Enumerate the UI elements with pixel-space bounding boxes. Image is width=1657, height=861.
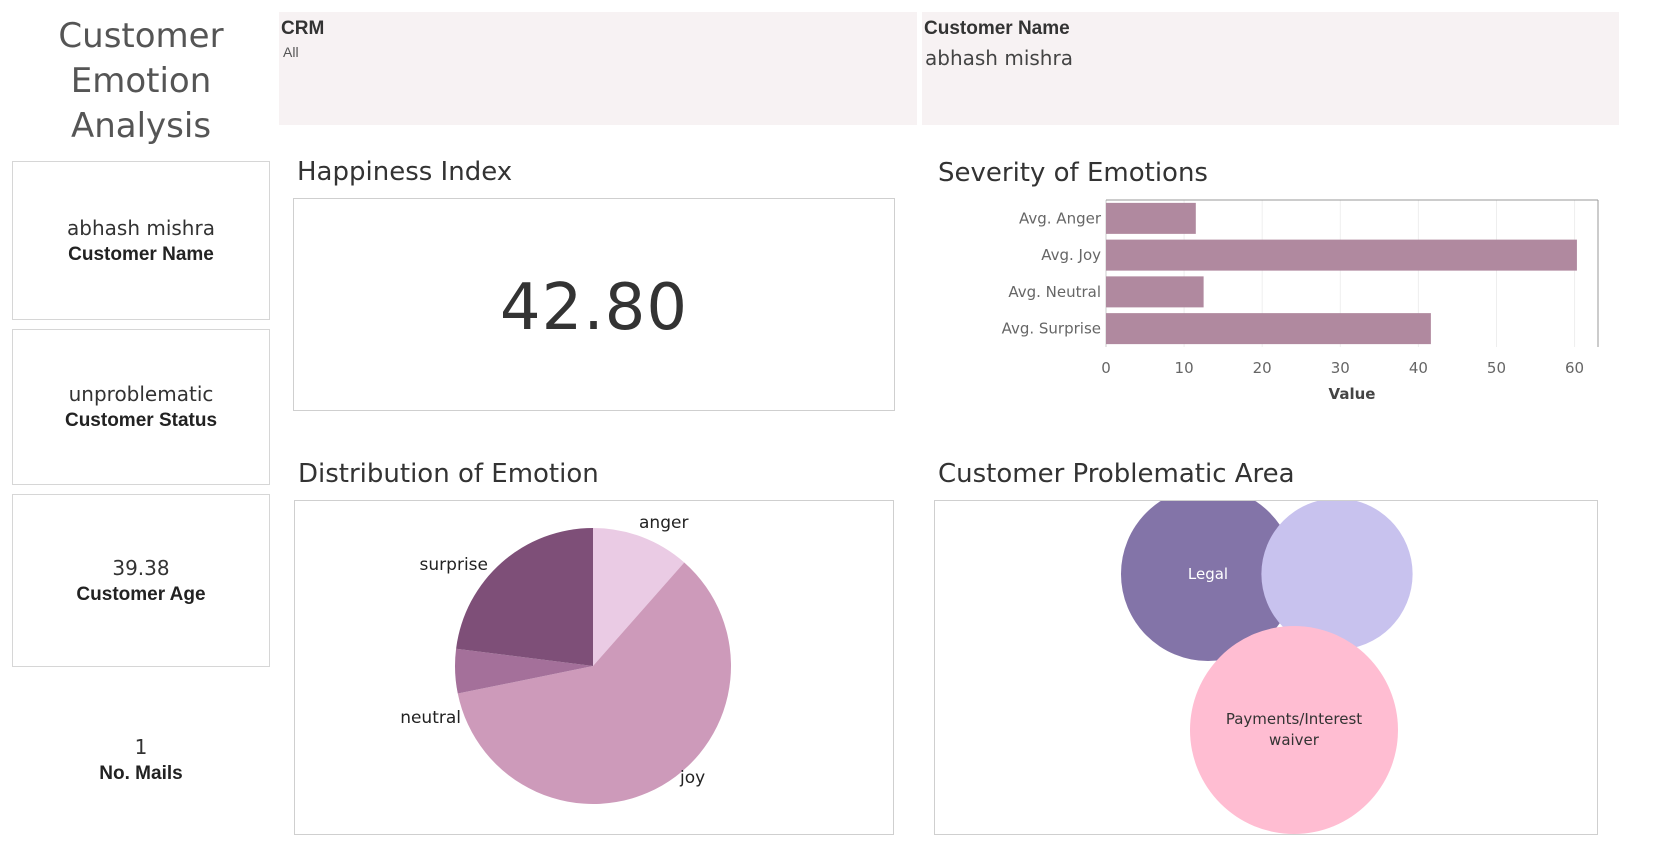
kpi-mails: 1 No. Mails (12, 735, 270, 785)
distribution-title: Distribution of Emotion (298, 459, 599, 489)
problem-area-title: Customer Problematic Area (938, 459, 1295, 489)
severity-title: Severity of Emotions (938, 158, 1208, 188)
severity-bar (1106, 313, 1431, 345)
kpi-customer-age-label: Customer Age (76, 584, 206, 605)
severity-bar (1106, 239, 1577, 271)
severity-tick-label: 30 (1331, 359, 1350, 377)
customer-name-filter[interactable]: Customer Name abhash mishra (922, 12, 1619, 125)
pie-label-anger: anger (639, 513, 688, 533)
severity-category-label: Avg. Neutral (1008, 283, 1101, 301)
pie-label-joy: joy (679, 768, 705, 788)
pie-slice-surprise (456, 528, 593, 666)
customer-name-filter-label: Customer Name (924, 18, 1070, 39)
crm-filter-value[interactable]: All (283, 44, 299, 60)
happiness-index-panel: 42.80 (293, 198, 895, 411)
severity-tick-label: 50 (1487, 359, 1506, 377)
severity-x-axis-label: Value (1329, 385, 1376, 403)
kpi-customer-name-value: abhash mishra (67, 216, 215, 240)
severity-bar (1106, 202, 1196, 234)
severity-tick-label: 20 (1253, 359, 1272, 377)
bubble-label: Legal (1188, 565, 1228, 583)
severity-tick-label: 0 (1101, 359, 1111, 377)
happiness-index-value: 42.80 (499, 271, 689, 345)
severity-tick-label: 40 (1409, 359, 1428, 377)
bubble-Payments/Interest waiver (1190, 626, 1398, 834)
kpi-customer-status-label: Customer Status (64, 410, 218, 431)
severity-tick-label: 10 (1175, 359, 1194, 377)
crm-filter-label: CRM (281, 18, 325, 39)
severity-tick-label: 60 (1565, 359, 1584, 377)
severity-category-label: Avg. Surprise (1002, 320, 1101, 338)
dashboard-title: Customer Emotion Analysis (10, 14, 272, 149)
kpi-customer-status-card: unproblematic Customer Status (12, 329, 270, 485)
kpi-customer-age-card: 39.38 Customer Age (12, 494, 270, 667)
dashboard-title-line-3: Analysis (70, 106, 212, 146)
severity-bar (1106, 276, 1204, 308)
dashboard-title-line-1: Customer (58, 16, 224, 56)
dashboard-title-line-2: Emotion (70, 61, 212, 101)
happiness-index-title: Happiness Index (297, 157, 513, 187)
problem-area-bubble-chart: Legal Payments/Interest waiver (1120, 486, 1413, 834)
kpi-mails-value: 1 (134, 735, 148, 759)
kpi-customer-status-value: unproblematic (68, 382, 214, 406)
problem-area-panel: Legal Payments/Interest waiver (934, 486, 1598, 835)
pie-label-surprise: surprise (420, 555, 488, 575)
crm-filter[interactable]: CRM All (279, 12, 917, 125)
distribution-panel: anger joy neutral surprise (294, 500, 894, 835)
kpi-customer-name-label: Customer Name (68, 244, 214, 265)
bubble-label-line: waiver (1269, 731, 1320, 749)
kpi-mails-label: No. Mails (99, 763, 183, 784)
kpi-customer-age-value: 39.38 (112, 556, 170, 580)
severity-category-label: Avg. Anger (1019, 209, 1102, 227)
customer-name-filter-value[interactable]: abhash mishra (925, 46, 1073, 70)
bubble-label-line: Payments/Interest (1226, 710, 1362, 728)
kpi-customer-name-card: abhash mishra Customer Name (12, 161, 270, 320)
severity-chart: Avg. Anger Avg. Joy Avg. Neutral Avg. Surpr… (1002, 199, 1599, 403)
emotion-pie-chart: anger joy neutral surprise (400, 513, 731, 804)
severity-category-label: Avg. Joy (1041, 246, 1101, 264)
pie-label-neutral: neutral (400, 708, 461, 728)
